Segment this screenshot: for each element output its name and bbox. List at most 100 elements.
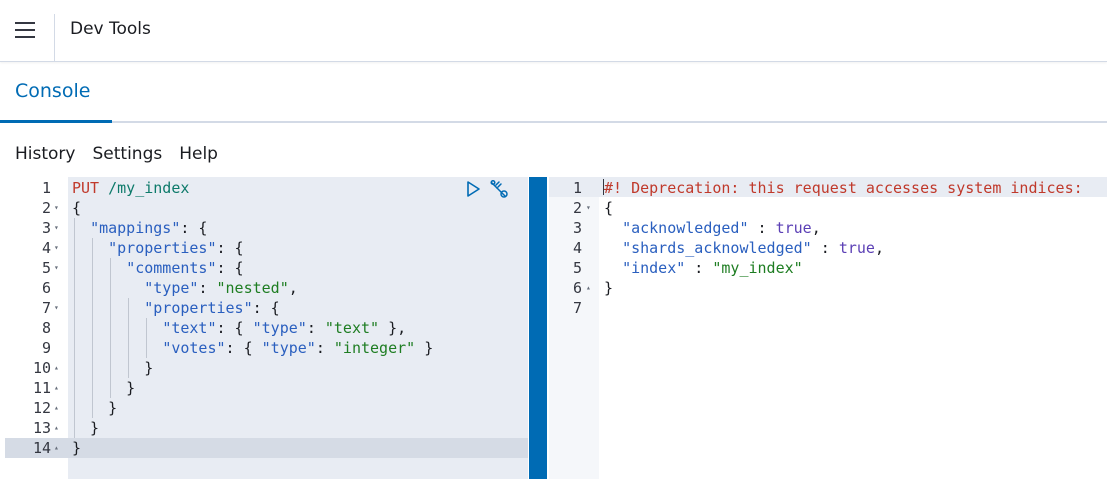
code-line: "properties": { bbox=[72, 238, 243, 258]
header: Dev Tools bbox=[0, 0, 1107, 62]
code-token: : bbox=[306, 319, 325, 337]
code-token: "shards_acknowledged" bbox=[622, 239, 812, 257]
hamburger-icon[interactable] bbox=[15, 22, 35, 38]
line-number: 2 bbox=[41, 199, 51, 217]
code-line: "shards_acknowledged" : true, bbox=[604, 238, 884, 258]
console-menu: History Settings Help bbox=[15, 144, 235, 164]
code-token: : { bbox=[252, 299, 280, 317]
code-token: : bbox=[315, 339, 334, 357]
code-token: : { bbox=[180, 219, 208, 237]
code-token: "type" bbox=[261, 339, 316, 357]
code-token: "text" bbox=[324, 319, 380, 337]
request-editor[interactable]: 1 PUT /my_index 2 ▾{3 ▾ "mappings": {4 ▾ "pro… bbox=[5, 177, 528, 479]
code-token: "type" bbox=[144, 279, 199, 297]
line-number: 4 bbox=[572, 239, 582, 257]
line-number: 3 bbox=[572, 219, 582, 237]
code-token: } bbox=[72, 399, 118, 417]
code-token: : { bbox=[216, 259, 244, 277]
line-number: 5 bbox=[41, 259, 51, 277]
code-line: } bbox=[72, 418, 99, 438]
code-token: "my_index" bbox=[712, 259, 803, 277]
code-line: "acknowledged" : true, bbox=[604, 218, 821, 238]
code-token: "index" bbox=[622, 259, 686, 277]
code-token: "acknowledged" bbox=[622, 219, 749, 237]
fold-close-icon[interactable]: ▴ bbox=[54, 438, 59, 458]
play-icon[interactable] bbox=[464, 180, 482, 198]
line-number: 2 bbox=[572, 199, 582, 217]
tab-console[interactable]: Console bbox=[0, 62, 105, 121]
code-line: } bbox=[72, 398, 117, 418]
code-line: "properties": { bbox=[72, 298, 280, 318]
code-token: { bbox=[72, 199, 82, 217]
code-line: { bbox=[604, 198, 613, 218]
history-link[interactable]: History bbox=[15, 144, 75, 164]
page-title: Dev Tools bbox=[70, 19, 151, 39]
help-link[interactable]: Help bbox=[179, 144, 218, 164]
line-number: 1 bbox=[41, 179, 51, 197]
code-token: "integer" bbox=[333, 339, 416, 357]
code-token: "properties" bbox=[108, 239, 217, 257]
code-line: "text": { "type": "text" }, bbox=[72, 318, 406, 338]
fold-close-icon[interactable]: ▴ bbox=[586, 278, 591, 298]
code-line: #! Deprecation: this request accesses sy… bbox=[604, 178, 1083, 198]
response-viewer: 1 #! Deprecation: this request accesses s… bbox=[549, 177, 1107, 479]
fold-close-icon[interactable]: ▴ bbox=[54, 418, 59, 438]
line-number: 13 bbox=[32, 419, 51, 437]
code-token: : bbox=[811, 239, 839, 257]
code-line: } bbox=[72, 358, 153, 378]
code-token: : bbox=[685, 259, 713, 277]
fold-close-icon[interactable]: ▴ bbox=[54, 358, 59, 378]
code-token: , bbox=[874, 239, 884, 257]
code-token: "mappings" bbox=[90, 219, 181, 237]
line-number: 9 bbox=[41, 339, 51, 357]
tab-active-indicator bbox=[0, 120, 112, 123]
code-token: true bbox=[775, 219, 812, 237]
code-token: } bbox=[604, 279, 614, 297]
code-token: } bbox=[72, 379, 136, 397]
fold-open-icon[interactable]: ▾ bbox=[54, 238, 59, 258]
code-token: , bbox=[811, 219, 821, 237]
pane-splitter[interactable] bbox=[529, 177, 547, 479]
code-token: { bbox=[604, 199, 614, 217]
code-line: "comments": { bbox=[72, 258, 244, 278]
fold-close-icon[interactable]: ▴ bbox=[54, 378, 59, 398]
fold-open-icon[interactable]: ▾ bbox=[54, 258, 59, 278]
code-token: }, bbox=[379, 319, 407, 337]
code-line: } bbox=[72, 378, 135, 398]
line-number: 7 bbox=[41, 299, 51, 317]
fold-open-icon[interactable]: ▾ bbox=[54, 198, 59, 218]
settings-link[interactable]: Settings bbox=[92, 144, 162, 164]
fold-open-icon[interactable]: ▾ bbox=[54, 298, 59, 318]
header-divider bbox=[54, 14, 55, 61]
code-token: , bbox=[288, 279, 298, 297]
code-line: "votes": { "type": "integer" } bbox=[72, 338, 433, 358]
line-number: 1 bbox=[572, 179, 582, 197]
code-token: } bbox=[72, 419, 100, 437]
code-token: "votes" bbox=[162, 339, 226, 357]
tab-console-label: Console bbox=[15, 80, 91, 102]
code-token: : bbox=[748, 219, 776, 237]
line-number: 11 bbox=[32, 379, 51, 397]
wrench-icon[interactable] bbox=[489, 179, 509, 199]
code-line: "mappings": { bbox=[72, 218, 207, 238]
code-token: "nested" bbox=[216, 279, 289, 297]
fold-open-icon[interactable]: ▾ bbox=[54, 218, 59, 238]
code-token: "text" bbox=[162, 319, 217, 337]
line-number: 5 bbox=[572, 259, 582, 277]
line-number: 7 bbox=[572, 299, 582, 317]
line-number: 14 bbox=[32, 439, 51, 457]
fold-open-icon[interactable]: ▾ bbox=[586, 198, 591, 218]
code-token: "type" bbox=[252, 319, 307, 337]
code-token: : { bbox=[216, 319, 253, 337]
fold-close-icon[interactable]: ▴ bbox=[54, 398, 59, 418]
line-number: 3 bbox=[41, 219, 51, 237]
